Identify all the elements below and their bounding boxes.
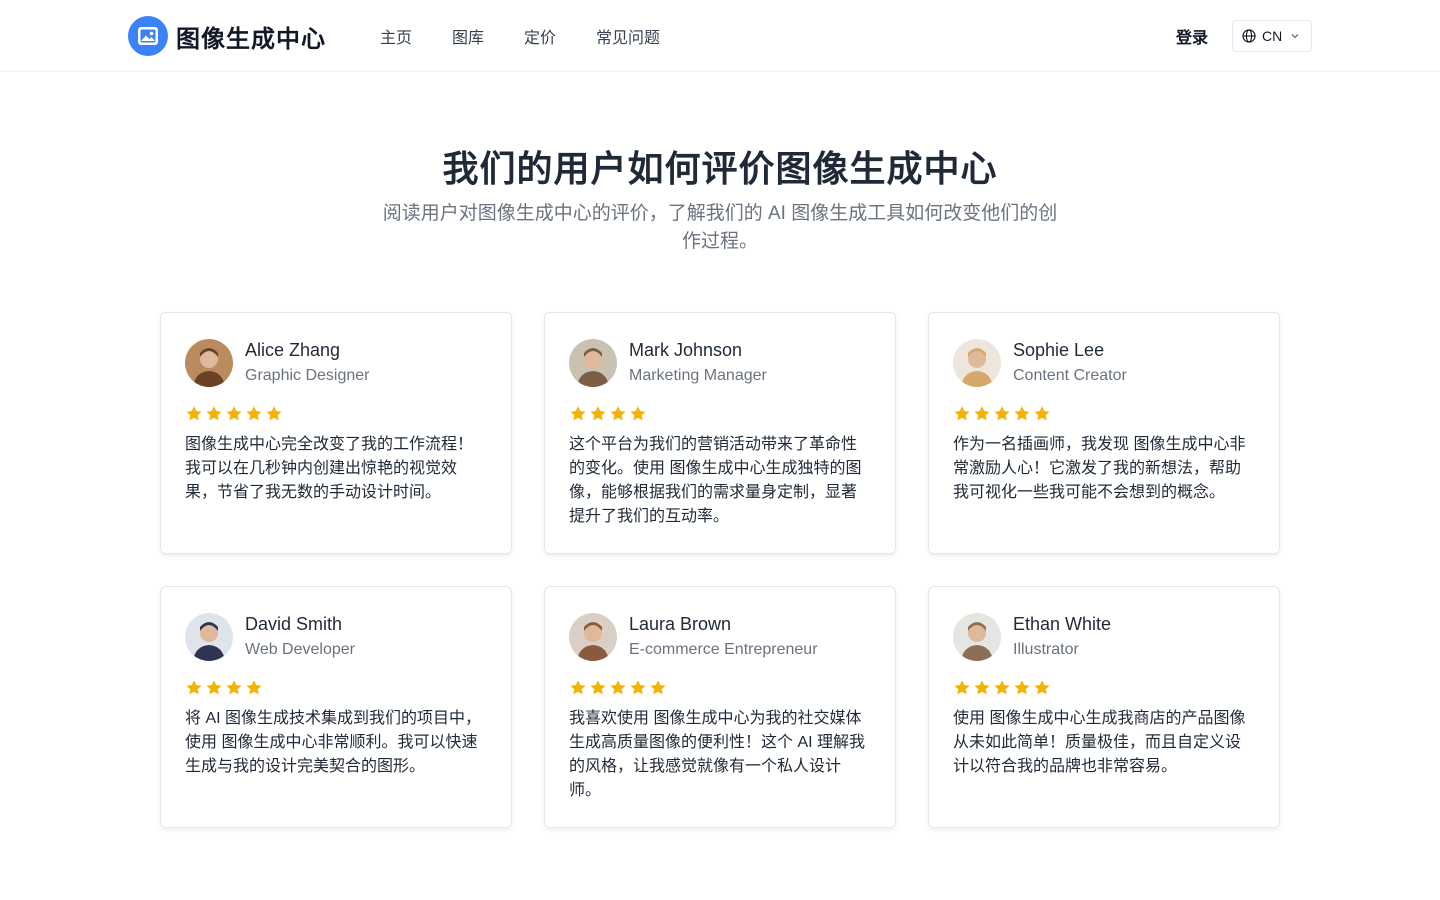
avatar-portrait bbox=[185, 339, 233, 387]
nav-home[interactable]: 主页 bbox=[380, 24, 412, 48]
star-rating bbox=[185, 405, 283, 423]
avatar bbox=[185, 613, 233, 661]
star-icon bbox=[610, 680, 626, 695]
avatar bbox=[185, 339, 233, 387]
avatar-portrait bbox=[185, 613, 233, 661]
star-rating bbox=[953, 679, 1051, 697]
avatar bbox=[953, 613, 1001, 661]
star-icon bbox=[610, 406, 626, 421]
avatar bbox=[569, 339, 617, 387]
avatar bbox=[569, 613, 617, 661]
star-icon bbox=[1034, 406, 1050, 421]
avatar-portrait bbox=[569, 339, 617, 387]
testimonial-card: Ethan White Illustrator 使用 图像生成中心生成我商店的产… bbox=[928, 586, 1280, 828]
avatar-portrait bbox=[569, 613, 617, 661]
star-rating bbox=[569, 679, 667, 697]
testimonial-card: Laura Brown E-commerce Entrepreneur 我喜欢使… bbox=[544, 586, 896, 828]
star-icon bbox=[650, 680, 666, 695]
reviewer-name: Mark Johnson bbox=[629, 340, 743, 360]
review-text: 图像生成中心完全改变了我的工作流程！我可以在几秒钟内创建出惊艳的视觉效果，节省了… bbox=[185, 436, 474, 501]
reviewer-name: Laura Brown bbox=[629, 614, 732, 634]
main-nav: 主页 图库 定价 常见问题 bbox=[380, 24, 660, 48]
reviewer-name: Alice Zhang bbox=[245, 340, 341, 360]
star-icon bbox=[186, 680, 202, 695]
testimonial-card: Sophie Lee Content Creator 作为一名插画师，我发现 图… bbox=[928, 312, 1280, 554]
reviewer-role: E-commerce Entrepreneur bbox=[629, 641, 818, 658]
star-icon bbox=[206, 680, 222, 695]
star-icon bbox=[570, 406, 586, 421]
reviewer-role: Content Creator bbox=[1013, 367, 1127, 384]
star-icon bbox=[590, 406, 606, 421]
star-icon bbox=[974, 680, 990, 695]
star-icon bbox=[994, 680, 1010, 695]
star-icon bbox=[954, 680, 970, 695]
star-rating bbox=[569, 405, 647, 423]
review-text: 这个平台为我们的营销活动带来了革命性的变化。使用 图像生成中心生成独特的图像，能… bbox=[569, 436, 862, 525]
star-icon bbox=[246, 406, 262, 421]
testimonial-card: Alice Zhang Graphic Designer 图像生成中心完全改变了… bbox=[160, 312, 512, 554]
star-icon bbox=[266, 406, 282, 421]
reviewer-role: Marketing Manager bbox=[629, 367, 767, 384]
star-icon bbox=[630, 680, 646, 695]
star-icon bbox=[226, 680, 242, 695]
review-text: 我喜欢使用 图像生成中心为我的社交媒体生成高质量图像的便利性！这个 AI 理解我… bbox=[569, 710, 866, 799]
star-rating bbox=[185, 679, 263, 697]
star-icon bbox=[206, 406, 222, 421]
logo[interactable]: 图像生成中心 bbox=[128, 16, 326, 56]
review-text: 作为一名插画师，我发现 图像生成中心非常激励人心！它激发了我的新想法，帮助我可视… bbox=[953, 436, 1246, 501]
language-selector[interactable]: CN bbox=[1232, 20, 1312, 52]
page-subtitle: 阅读用户对图像生成中心的评价，了解我们的 AI 图像生成工具如何改变他们的创作过… bbox=[382, 203, 1058, 252]
site-header: 图像生成中心 主页 图库 定价 常见问题 登录 CN bbox=[0, 0, 1440, 72]
star-icon bbox=[1014, 680, 1030, 695]
star-icon bbox=[954, 406, 970, 421]
nav-pricing[interactable]: 定价 bbox=[524, 24, 556, 48]
nav-gallery[interactable]: 图库 bbox=[452, 24, 484, 48]
globe-icon bbox=[1242, 29, 1256, 43]
avatar bbox=[953, 339, 1001, 387]
avatar-portrait bbox=[953, 339, 1001, 387]
language-label: CN bbox=[1262, 28, 1283, 44]
reviewer-name: David Smith bbox=[245, 614, 343, 634]
image-icon bbox=[128, 16, 168, 56]
star-icon bbox=[590, 680, 606, 695]
star-icon bbox=[186, 406, 202, 421]
reviewer-name: Sophie Lee bbox=[1013, 340, 1105, 360]
star-icon bbox=[570, 680, 586, 695]
logo-text: 图像生成中心 bbox=[176, 25, 326, 53]
star-icon bbox=[226, 406, 242, 421]
star-icon bbox=[630, 406, 646, 421]
star-icon bbox=[974, 406, 990, 421]
chevron-down-icon bbox=[1291, 34, 1299, 39]
star-icon bbox=[994, 406, 1010, 421]
reviewer-role: Web Developer bbox=[245, 641, 355, 658]
reviewer-role: Graphic Designer bbox=[245, 367, 370, 384]
nav-faq[interactable]: 常见问题 bbox=[596, 24, 660, 48]
reviewer-name: Ethan White bbox=[1013, 614, 1112, 634]
login-link[interactable]: 登录 bbox=[1176, 24, 1208, 48]
star-icon bbox=[1014, 406, 1030, 421]
page-title: 我们的用户如何评价图像生成中心 bbox=[442, 148, 998, 189]
star-icon bbox=[246, 680, 262, 695]
avatar-portrait bbox=[953, 613, 1001, 661]
review-text: 使用 图像生成中心生成我商店的产品图像从未如此简单！质量极佳，而且自定义设计以符… bbox=[953, 710, 1246, 775]
testimonial-card: David Smith Web Developer 将 AI 图像生成技术集成到… bbox=[160, 586, 512, 828]
testimonial-card: Mark Johnson Marketing Manager 这个平台为我们的营… bbox=[544, 312, 896, 554]
reviewer-role: Illustrator bbox=[1013, 641, 1079, 658]
review-text: 将 AI 图像生成技术集成到我们的项目中，使用 图像生成中心非常顺利。我可以快速… bbox=[185, 710, 482, 775]
star-icon bbox=[1034, 680, 1050, 695]
star-rating bbox=[953, 405, 1051, 423]
